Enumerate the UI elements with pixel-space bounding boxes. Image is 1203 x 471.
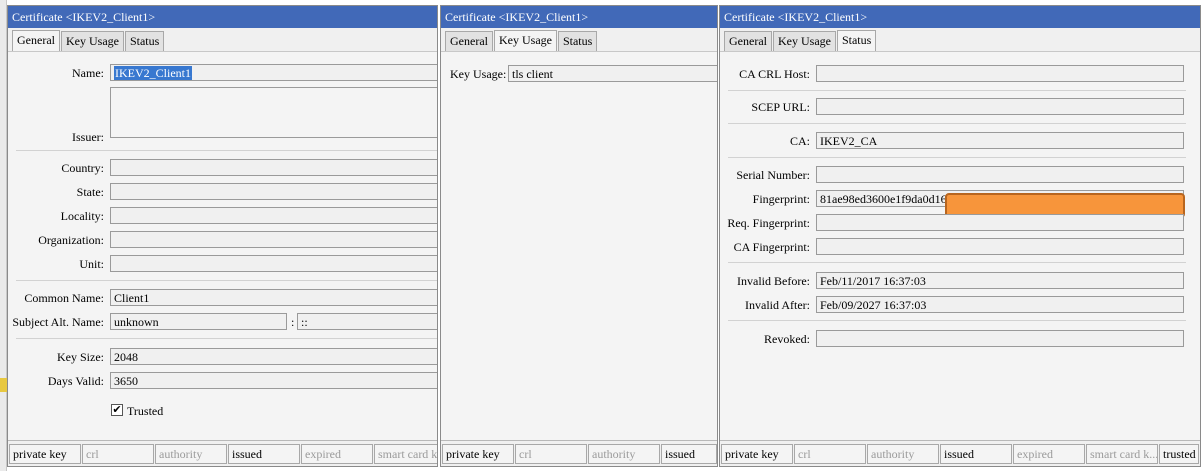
tab-key-usage[interactable]: Key Usage <box>493 30 557 51</box>
invalid-before-label: Invalid Before: <box>737 274 810 288</box>
invalid-after-label: Invalid After: <box>745 298 810 312</box>
key-size-label: Key Size: <box>57 350 104 364</box>
certificate-window-general: Certificate <IKEV2_Client1> General Key U… <box>7 5 438 467</box>
window-title[interactable]: Certificate <IKEV2_Client1> <box>441 6 717 28</box>
state-field[interactable] <box>110 183 437 200</box>
revoked-field[interactable] <box>816 330 1184 347</box>
status-authority: authority <box>588 444 660 464</box>
locality-field[interactable] <box>110 207 437 224</box>
subject-alt-name-type-field[interactable]: unknown <box>110 313 287 330</box>
tab-status[interactable]: Status <box>557 31 598 51</box>
status-authority: authority <box>155 444 227 464</box>
tab-bar: General Key Usage Status <box>724 30 877 51</box>
req-fingerprint-label: Req. Fingerprint: <box>727 216 810 230</box>
scep-url-field[interactable] <box>816 98 1184 115</box>
certificate-window-key-usage: Certificate <IKEV2_Client1> General Key U… <box>440 5 718 467</box>
trusted-checkbox[interactable]: ✔ <box>111 404 123 416</box>
tab-general[interactable]: General <box>445 31 493 51</box>
status-private-key: private key <box>721 444 793 464</box>
status-crl: crl <box>794 444 866 464</box>
status-bar: private key crl authority issued expired smar… <box>8 440 437 466</box>
issuer-label: Issuer: <box>72 130 104 144</box>
revoked-label: Revoked: <box>764 332 810 346</box>
tab-general[interactable]: General <box>12 30 60 51</box>
separator <box>16 338 437 339</box>
key-usage-field[interactable]: tls client <box>508 65 717 82</box>
country-label: Country: <box>61 161 104 175</box>
status-trusted: trusted <box>1159 444 1199 464</box>
ca-field[interactable]: IKEV2_CA <box>816 132 1184 149</box>
invalid-before-field[interactable]: Feb/11/2017 16:37:03 <box>816 272 1184 289</box>
scep-url-label: SCEP URL: <box>751 100 810 114</box>
unit-label: Unit: <box>79 257 104 271</box>
ca-fingerprint-field[interactable] <box>816 238 1184 255</box>
separator <box>728 123 1186 124</box>
serial-number-label: Serial Number: <box>736 168 810 182</box>
status-private-key: private key <box>9 444 81 464</box>
key-usage-tab-content: Key Usage: tls client <box>441 51 717 440</box>
name-value: IKEV2_Client1 <box>114 66 192 80</box>
tab-key-usage[interactable]: Key Usage <box>60 31 124 51</box>
separator <box>16 150 437 151</box>
days-valid-label: Days Valid: <box>47 374 104 388</box>
name-label: Name: <box>72 66 104 80</box>
certificate-window-status: Certificate <IKEV2_Client1> General Key U… <box>719 5 1201 467</box>
organization-label: Organization: <box>38 233 104 247</box>
window-title[interactable]: Certificate <IKEV2_Client1> <box>720 6 1200 28</box>
status-smart-card: smart card k... <box>1086 444 1158 464</box>
issuer-field[interactable] <box>110 87 437 138</box>
status-authority: authority <box>867 444 939 464</box>
status-smart-card: smart card k... <box>374 444 437 464</box>
status-tab-content: CA CRL Host: SCEP URL: CA: IKEV2_CA Seri… <box>720 51 1200 440</box>
ca-crl-host-field[interactable] <box>816 65 1184 82</box>
separator <box>728 320 1186 321</box>
separator <box>728 90 1186 91</box>
name-field[interactable]: IKEV2_Client1 <box>110 64 437 81</box>
tab-key-usage[interactable]: Key Usage <box>772 31 836 51</box>
state-label: State: <box>76 185 104 199</box>
separator <box>728 262 1186 263</box>
status-issued: issued <box>940 444 1012 464</box>
tab-status[interactable]: Status <box>124 31 165 51</box>
status-bar: private key crl authority issued expired smar… <box>720 440 1200 466</box>
tab-bar: General Key Usage Status <box>12 30 165 51</box>
days-valid-field[interactable]: 3650 <box>110 372 437 389</box>
status-expired: expired <box>1013 444 1085 464</box>
organization-field[interactable] <box>110 231 437 248</box>
unit-field[interactable] <box>110 255 437 272</box>
tab-bar: General Key Usage Status <box>445 30 598 51</box>
req-fingerprint-field[interactable] <box>816 214 1184 231</box>
locality-label: Locality: <box>60 209 104 223</box>
ca-crl-host-label: CA CRL Host: <box>739 67 810 81</box>
trusted-label: Trusted <box>127 404 164 418</box>
tab-status[interactable]: Status <box>836 30 877 51</box>
status-bar: private key crl authority issued <box>441 440 717 466</box>
common-name-label: Common Name: <box>24 291 104 305</box>
key-size-field[interactable]: 2048 <box>110 348 437 365</box>
invalid-after-field[interactable]: Feb/09/2027 16:37:03 <box>816 296 1184 313</box>
status-crl: crl <box>82 444 154 464</box>
subject-alt-name-label: Subject Alt. Name: <box>12 315 104 329</box>
background-selected-cell <box>0 378 7 392</box>
separator <box>728 157 1186 158</box>
general-tab-content: Name: IKEV2_Client1 Issuer: Country: Sta… <box>8 51 437 440</box>
status-issued: issued <box>661 444 717 464</box>
key-usage-label: Key Usage: <box>450 67 507 81</box>
status-crl: crl <box>515 444 587 464</box>
country-field[interactable] <box>110 159 437 176</box>
subject-alt-name-separator: : <box>291 315 295 329</box>
subject-alt-name-value-field[interactable]: :: <box>297 313 437 330</box>
background-spreadsheet-edge <box>0 0 7 471</box>
ca-label: CA: <box>789 134 810 148</box>
common-name-field[interactable]: Client1 <box>110 289 437 306</box>
status-private-key: private key <box>442 444 514 464</box>
serial-number-field[interactable] <box>816 166 1184 183</box>
separator <box>16 280 437 281</box>
window-title[interactable]: Certificate <IKEV2_Client1> <box>8 6 437 28</box>
tab-general[interactable]: General <box>724 31 772 51</box>
ca-fingerprint-label: CA Fingerprint: <box>733 240 810 254</box>
status-issued: issued <box>228 444 300 464</box>
fingerprint-label: Fingerprint: <box>752 192 810 206</box>
status-expired: expired <box>301 444 373 464</box>
